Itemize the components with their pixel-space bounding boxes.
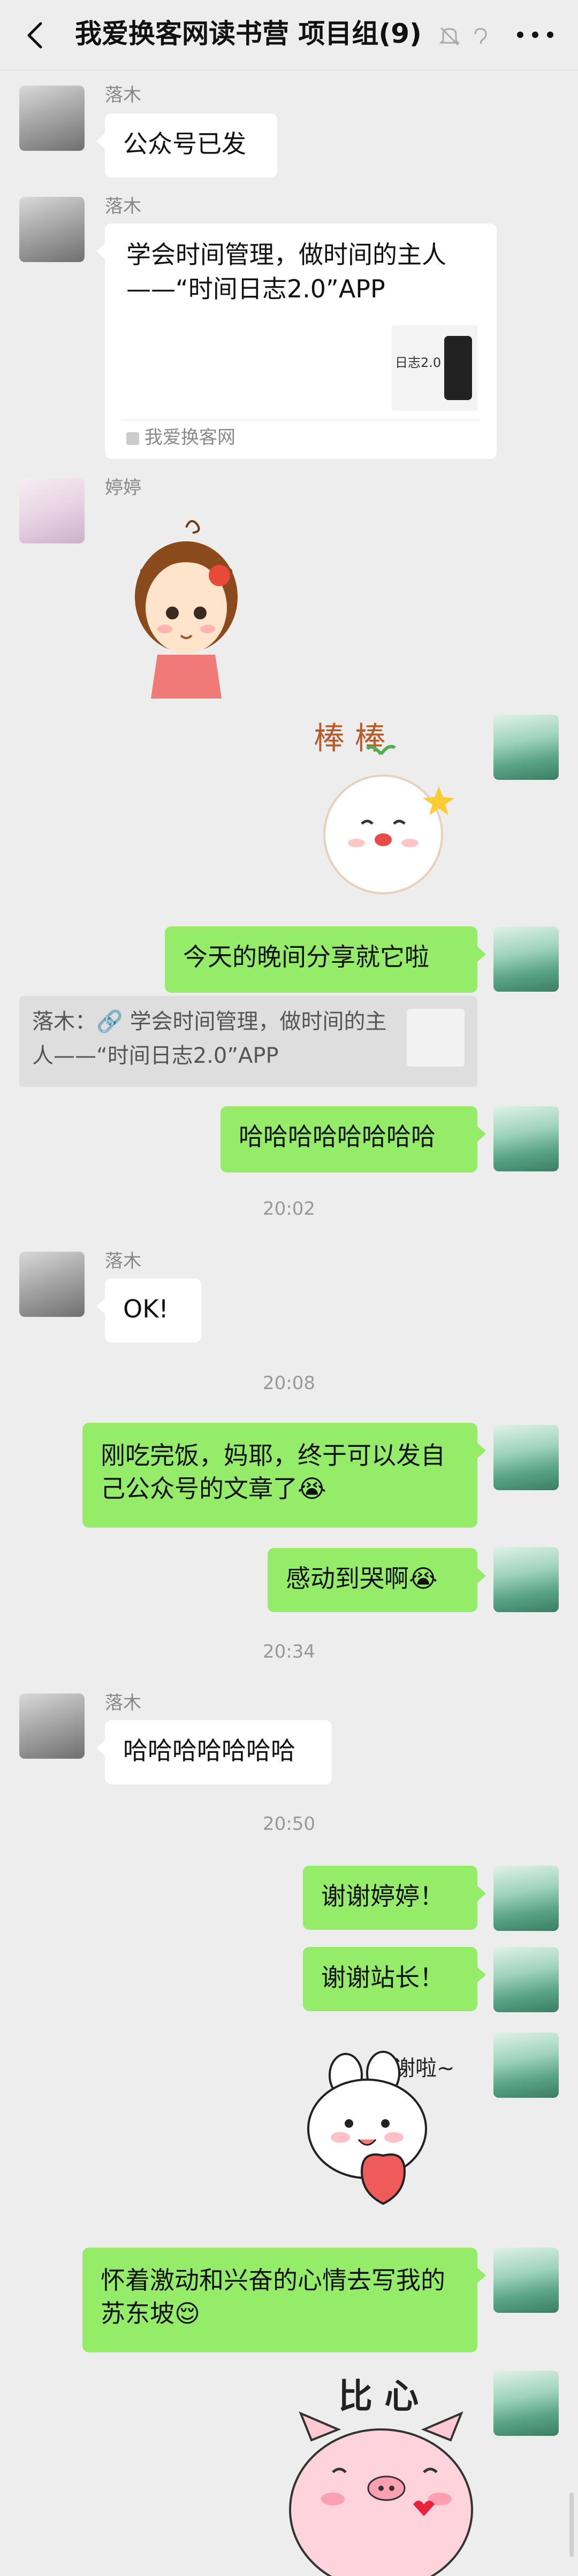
timestamp: 20:50 — [263, 1813, 315, 1835]
pig-sticker[interactable]: 比 心 — [279, 2371, 483, 2576]
svg-text:谢啦~: 谢啦~ — [394, 2056, 455, 2081]
chat-header: 我爱换客网读书营 项目组(9) — [0, 0, 578, 71]
girl-sticker[interactable] — [127, 517, 245, 699]
message-bubble[interactable]: OK! — [96, 1278, 201, 1343]
avatar-me[interactable] — [493, 715, 559, 780]
avatar-me[interactable] — [493, 1947, 559, 2012]
message-bubble[interactable]: 谢谢婷婷！ — [303, 1866, 486, 1930]
bang-sticker[interactable]: 棒 棒 — [303, 717, 463, 909]
avatar-luomu[interactable] — [19, 86, 85, 151]
avatar-me[interactable] — [493, 2248, 559, 2313]
back-icon[interactable] — [20, 19, 52, 51]
timestamp: 20:02 — [263, 1198, 315, 1220]
quoted-message[interactable]: 落木：🔗 学会时间管理，做时间的主人——“时间日志2.0”APP — [19, 996, 477, 1087]
avatar-tingting[interactable] — [19, 478, 85, 543]
more-icon[interactable] — [514, 27, 557, 43]
quote-text: 落木：🔗 学会时间管理，做时间的主人——“时间日志2.0”APP — [32, 1009, 387, 1068]
quote-thumbnail — [407, 1009, 465, 1067]
mute-icon — [439, 27, 460, 46]
avatar-luomu[interactable] — [19, 1252, 85, 1317]
avatar-me[interactable] — [493, 2371, 559, 2436]
sender-name: 落木 — [105, 1692, 141, 1714]
message-bubble[interactable]: 谢谢站长！ — [303, 1947, 486, 2011]
svg-text:棒 棒: 棒 棒 — [314, 720, 385, 756]
card-thumbnail: 日志2.0 — [392, 325, 477, 411]
link-card[interactable]: 学会时间管理，做时间的主人——“时间日志2.0”APP 日志2.0 我爱换客网 — [96, 224, 497, 459]
sender-name: 落木 — [105, 85, 141, 106]
avatar-luomu[interactable] — [19, 1693, 85, 1759]
message-bubble[interactable]: 哈哈哈哈哈哈哈 — [96, 1720, 332, 1784]
avatar-me[interactable] — [493, 1106, 559, 1171]
avatar-me[interactable] — [493, 926, 559, 992]
chat-title[interactable]: 我爱换客网读书营 项目组(9) — [75, 15, 423, 52]
avatar-luomu[interactable] — [19, 197, 85, 262]
source-icon — [126, 432, 139, 445]
message-bubble[interactable]: 哈哈哈哈哈哈哈哈 — [220, 1106, 486, 1172]
message-bubble[interactable]: 刚吃完饭，妈耶，终于可以发自己公众号的文章了😭 — [82, 1423, 486, 1528]
sender-name: 婷婷 — [105, 477, 141, 499]
sender-name: 落木 — [105, 1251, 141, 1272]
sender-name: 落木 — [105, 196, 141, 217]
message-bubble[interactable]: 怀着激动和兴奋的心情去写我的苏东坡😌 — [82, 2248, 486, 2352]
scrollbar[interactable] — [569, 2493, 574, 2557]
message-bubble[interactable]: 感动到哭啊😭 — [268, 1548, 486, 1612]
timestamp: 20:08 — [263, 1373, 315, 1394]
avatar-me[interactable] — [493, 2033, 559, 2098]
svg-text:比 心: 比 心 — [338, 2377, 419, 2417]
avatar-me[interactable] — [493, 1547, 559, 1612]
message-bubble[interactable]: 公众号已发 — [96, 113, 277, 178]
message-bubble[interactable]: 今天的晚间分享就它啦 — [165, 926, 486, 993]
avatar-me[interactable] — [493, 1866, 559, 1931]
card-title: 学会时间管理，做时间的主人——“时间日志2.0”APP — [126, 240, 446, 303]
timestamp: 20:34 — [263, 1641, 315, 1662]
avatar-me[interactable] — [493, 1425, 559, 1490]
card-source: 我爱换客网 — [126, 426, 235, 449]
ear-icon — [474, 28, 487, 44]
thanks-sticker[interactable]: 谢啦~ — [303, 2043, 474, 2214]
